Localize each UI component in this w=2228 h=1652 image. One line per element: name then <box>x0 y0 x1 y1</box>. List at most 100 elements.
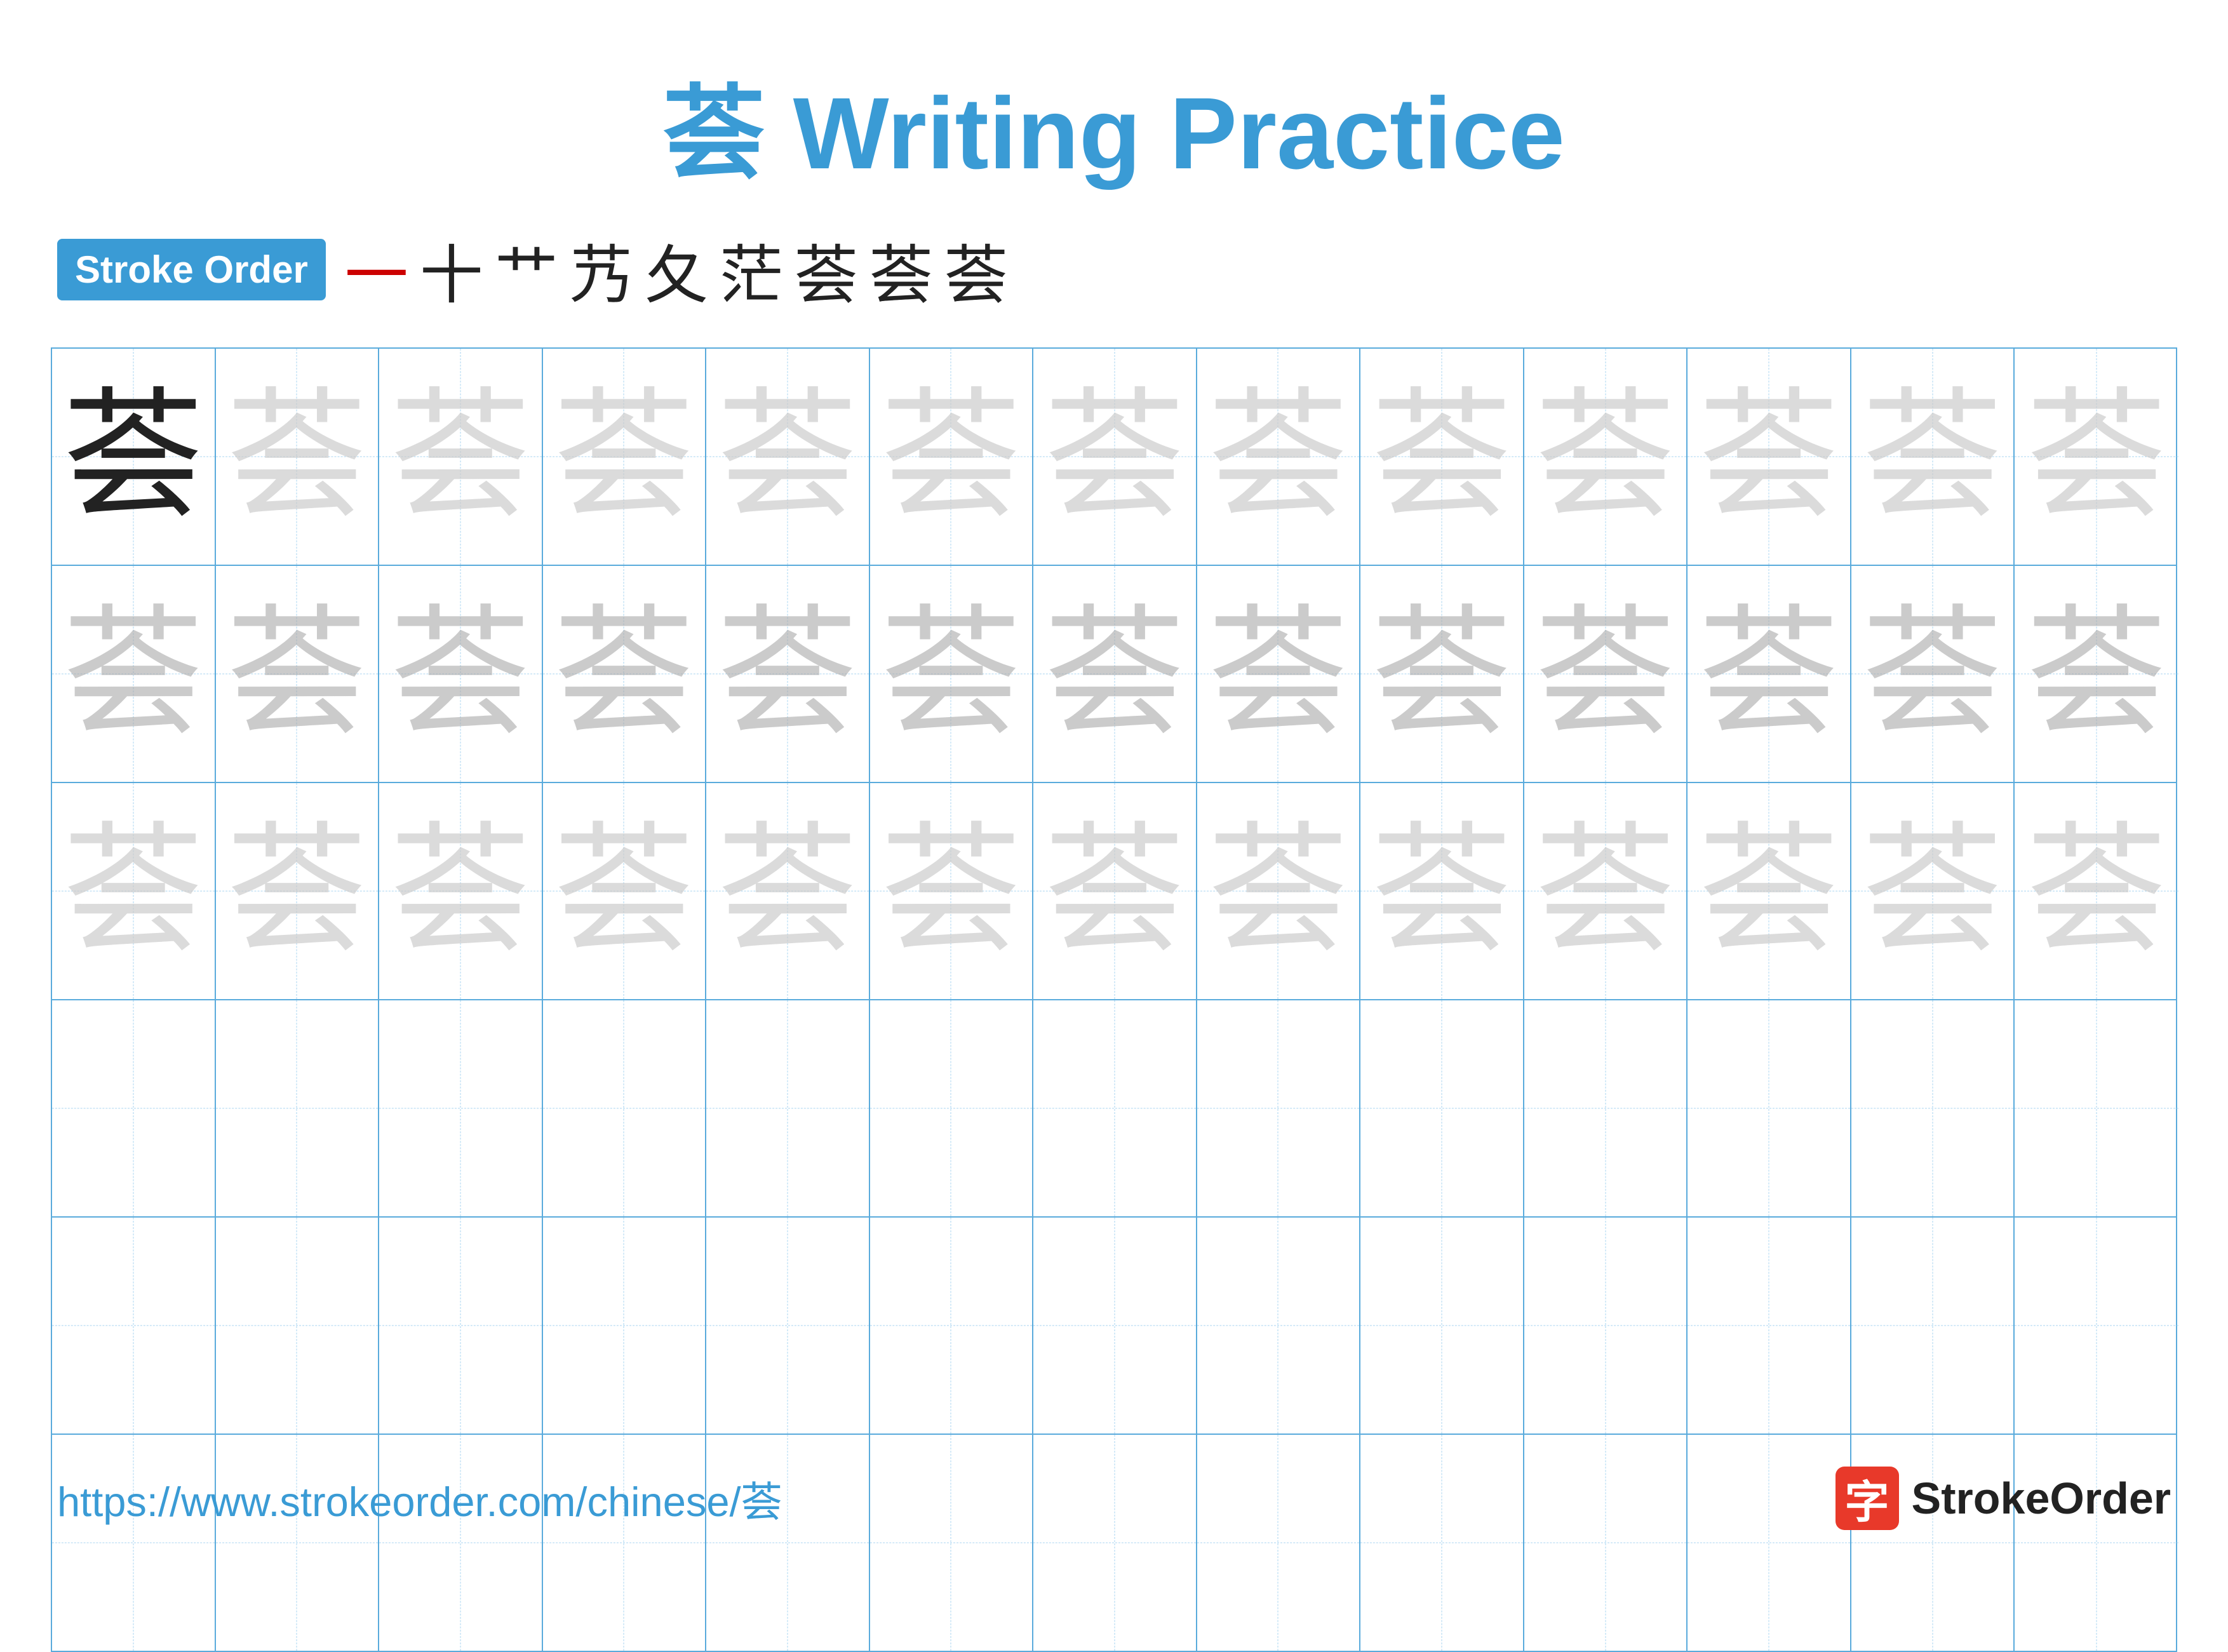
grid-cell[interactable] <box>706 1000 870 1216</box>
grid-cell[interactable]: 荟 <box>1688 783 1851 999</box>
char-guide: 荟 <box>391 821 530 961</box>
grid-cell[interactable]: 荟 <box>543 566 707 782</box>
grid-cell[interactable]: 荟 <box>1851 349 2015 565</box>
grid-cell[interactable]: 荟 <box>706 566 870 782</box>
char-guide: 荟 <box>1699 604 1839 744</box>
stroke-order-badge: Stroke Order <box>57 239 326 300</box>
grid-cell[interactable] <box>870 1218 1034 1434</box>
grid-cell[interactable]: 荟 <box>52 349 216 565</box>
grid-row-2: 荟 荟 荟 荟 荟 荟 荟 荟 荟 荟 荟 荟 <box>52 566 2176 783</box>
grid-cell[interactable] <box>379 1218 543 1434</box>
stroke-order-row: Stroke Order 一 十 艹 艿 夂 茫 荟 荟 荟 <box>0 224 2228 316</box>
char-guide: 荟 <box>1045 387 1184 527</box>
grid-cell[interactable] <box>1688 1218 1851 1434</box>
char-guide: 荟 <box>2027 604 2166 744</box>
grid-cell[interactable]: 荟 <box>1033 783 1197 999</box>
stroke-8: 荟 <box>869 224 933 316</box>
grid-cell[interactable]: 荟 <box>216 783 380 999</box>
stroke-sequence: 一 十 艹 艿 夂 茫 荟 荟 荟 <box>345 224 1008 316</box>
stroke-2: 十 <box>420 224 483 316</box>
grid-cell[interactable]: 荟 <box>1688 349 1851 565</box>
grid-cell[interactable]: 荟 <box>1197 349 1361 565</box>
grid-cell[interactable] <box>1688 1000 1851 1216</box>
grid-cell[interactable] <box>706 1218 870 1434</box>
grid-cell[interactable]: 荟 <box>379 349 543 565</box>
grid-cell[interactable]: 荟 <box>1524 566 1688 782</box>
grid-cell[interactable] <box>1360 1000 1524 1216</box>
footer-brand: 字 StrokeOrder <box>1835 1467 2171 1530</box>
char-guide: 荟 <box>1863 387 2003 527</box>
grid-cell[interactable] <box>1360 1218 1524 1434</box>
char-guide: 荟 <box>1536 387 1675 527</box>
grid-cell[interactable] <box>1524 1218 1688 1434</box>
grid-cell[interactable] <box>1197 1000 1361 1216</box>
char-guide: 荟 <box>1863 604 2003 744</box>
grid-cell[interactable] <box>2015 1000 2178 1216</box>
char-guide: 荟 <box>227 821 366 961</box>
stroke-7: 荟 <box>795 224 858 316</box>
grid-cell[interactable] <box>216 1218 380 1434</box>
grid-cell[interactable] <box>1033 1218 1197 1434</box>
grid-cell[interactable]: 荟 <box>1033 566 1197 782</box>
grid-cell[interactable]: 荟 <box>1851 566 2015 782</box>
grid-cell[interactable] <box>543 1000 707 1216</box>
grid-cell[interactable] <box>52 1000 216 1216</box>
grid-cell[interactable]: 荟 <box>870 349 1034 565</box>
grid-cell[interactable]: 荟 <box>2015 349 2178 565</box>
char-guide: 荟 <box>2027 821 2166 961</box>
grid-cell[interactable] <box>1851 1000 2015 1216</box>
grid-cell[interactable]: 荟 <box>379 566 543 782</box>
grid-cell[interactable]: 荟 <box>706 349 870 565</box>
brand-icon: 字 <box>1835 1467 1899 1530</box>
grid-cell[interactable]: 荟 <box>216 566 380 782</box>
grid-cell[interactable]: 荟 <box>1360 783 1524 999</box>
grid-cell[interactable] <box>870 1000 1034 1216</box>
footer: https://www.strokeorder.com/chinese/荟 字 … <box>57 1467 2171 1530</box>
grid-cell[interactable]: 荟 <box>1851 783 2015 999</box>
char-guide: 荟 <box>1045 604 1184 744</box>
grid-cell[interactable] <box>1197 1218 1361 1434</box>
grid-cell[interactable] <box>543 1218 707 1434</box>
char-guide: 荟 <box>554 821 694 961</box>
grid-cell[interactable] <box>2015 1218 2178 1434</box>
grid-cell[interactable]: 荟 <box>1360 566 1524 782</box>
grid-cell[interactable]: 荟 <box>543 349 707 565</box>
footer-url: https://www.strokeorder.com/chinese/荟 <box>57 1468 782 1528</box>
grid-cell[interactable] <box>1033 1000 1197 1216</box>
grid-cell[interactable] <box>52 1218 216 1434</box>
practice-grid: 荟 荟 荟 荟 荟 荟 荟 荟 荟 荟 荟 荟 <box>51 347 2177 1652</box>
char-dark: 荟 <box>64 387 203 527</box>
grid-cell[interactable]: 荟 <box>870 783 1034 999</box>
grid-cell[interactable]: 荟 <box>52 566 216 782</box>
grid-cell[interactable]: 荟 <box>1524 783 1688 999</box>
grid-cell[interactable]: 荟 <box>1524 349 1688 565</box>
grid-cell[interactable]: 荟 <box>1688 566 1851 782</box>
grid-cell[interactable] <box>1524 1000 1688 1216</box>
char-guide: 荟 <box>718 387 857 527</box>
grid-row-3: 荟 荟 荟 荟 荟 荟 荟 荟 荟 荟 荟 荟 <box>52 783 2176 1000</box>
char-guide: 荟 <box>718 821 857 961</box>
char-guide: 荟 <box>1208 387 1348 527</box>
grid-cell[interactable] <box>216 1000 380 1216</box>
grid-cell[interactable]: 荟 <box>1197 566 1361 782</box>
grid-cell[interactable]: 荟 <box>2015 783 2178 999</box>
stroke-3: 艹 <box>495 224 558 316</box>
char-guide: 荟 <box>227 387 366 527</box>
grid-cell[interactable]: 荟 <box>543 783 707 999</box>
grid-cell[interactable]: 荟 <box>379 783 543 999</box>
grid-cell[interactable] <box>379 1000 543 1216</box>
grid-cell[interactable]: 荟 <box>706 783 870 999</box>
grid-cell[interactable]: 荟 <box>52 783 216 999</box>
char-guide: 荟 <box>554 604 694 744</box>
grid-cell[interactable]: 荟 <box>1360 349 1524 565</box>
grid-cell[interactable]: 荟 <box>870 566 1034 782</box>
title-char: 荟 <box>663 76 765 190</box>
grid-cell[interactable]: 荟 <box>216 349 380 565</box>
grid-cell[interactable] <box>1851 1218 2015 1434</box>
grid-cell[interactable]: 荟 <box>1033 349 1197 565</box>
char-guide: 荟 <box>1208 821 1348 961</box>
page-title: 荟 Writing Practice <box>0 0 2228 198</box>
grid-cell[interactable]: 荟 <box>2015 566 2178 782</box>
char-guide: 荟 <box>227 604 366 744</box>
grid-cell[interactable]: 荟 <box>1197 783 1361 999</box>
